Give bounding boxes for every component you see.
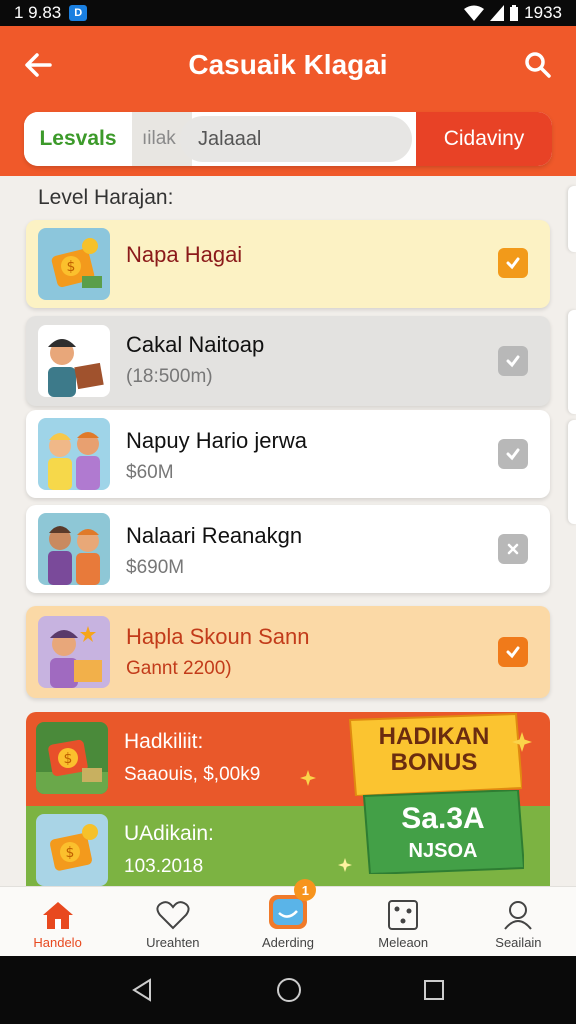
filter-bar: Lesvals ıilak Cidaviny [0,104,576,176]
treasure-chest-icon: $ [38,228,110,300]
level-title: Napuy Hario jerwa [126,428,307,453]
sparkle-icon [512,732,532,752]
svg-text:$: $ [64,751,73,767]
money-chest-icon: $ [36,814,108,886]
level-title: Nalaari Reanakgn [126,523,303,548]
battery-icon [510,5,519,21]
reward-label: NJSOA [408,840,478,862]
promo-subtitle: 103.2018 [124,856,204,877]
level-subtitle: Gannt 2200) [126,658,232,679]
nav-games[interactable]: 1 Aderding [230,879,345,956]
sparkle-icon [300,770,316,786]
home-icon [42,902,73,929]
nav-home[interactable]: Handelo [0,887,115,956]
level-card[interactable]: $ Napa Hagai [26,220,550,308]
courier-character-icon [38,325,110,397]
bonus-label: HADIKAN BONUS [346,724,522,776]
nav-favorites[interactable]: Ureahten [115,887,230,956]
friends-character-icon [38,418,110,490]
level-title: Hapla Skoun Sann [126,624,310,649]
level-checkbox[interactable] [498,439,528,469]
nav-label: Aderding [261,935,315,950]
side-panel-edge [568,310,576,414]
level-checkbox[interactable] [498,637,528,667]
side-panel-edge [568,420,576,524]
level-subtitle: $690M [126,557,185,578]
side-panel-edge [568,186,576,252]
bonus-banner[interactable]: HADIKAN BONUS [346,712,522,796]
back-triangle-icon[interactable] [130,977,156,1003]
level-title: Cakal Naitoap [126,332,265,357]
back-arrow-icon [25,53,52,77]
nav-label: Meleaon [378,935,429,950]
status-time: 1 9.83 [14,3,62,22]
money-chest-icon: $ [36,722,108,794]
check-icon [506,355,520,368]
status-battery-text: 1933 [524,3,562,22]
app-bar: Casuaik Klagai [0,26,576,104]
bonus-line1: HADIKAN [378,723,490,750]
sparkle-icon [338,858,352,872]
reward-amount: Sa.3A [401,802,485,835]
level-subtitle: $60M [126,462,174,483]
level-card[interactable]: Napuy Hario jerwa $60M [26,410,550,498]
home-circle-icon[interactable] [275,976,303,1004]
nav-label: Ureahten [146,935,200,950]
level-card[interactable]: Cakal Naitoap (18:500m) [26,316,550,406]
nav-label: Handelo [33,935,82,950]
promo-title: UAdikain: [124,822,214,845]
bottom-nav: Handelo Ureahten 1 Aderding Meleaon Seai… [0,879,576,956]
check-icon [506,448,520,461]
dice-icon [388,900,419,930]
system-nav-bar [0,956,576,1024]
check-icon [506,257,520,270]
bonus-line2: BONUS [390,749,478,776]
heart-icon [156,901,190,930]
notification-badge: 1 [294,879,317,901]
cross-check-icon [507,543,519,555]
level-card[interactable]: Hapla Skoun Sann Gannt 2200) [26,606,550,698]
promo-subtitle: Saaouis, $,00k9 [124,764,261,785]
level-card[interactable]: Nalaari Reanakgn $690M [26,505,550,593]
status-bar: 1 9.83 D 1933 [0,0,576,26]
pair-character-icon [38,513,110,585]
nav-profile[interactable]: Seailain [461,887,576,956]
svg-text:$: $ [66,845,75,861]
recents-square-icon[interactable] [422,978,446,1002]
section-label: Level Harajan: [38,186,174,209]
nav-label: Seailain [495,935,542,950]
level-subtitle: (18:500m) [126,366,213,387]
search-icon [525,52,551,78]
category-button[interactable]: Cidaviny [416,112,552,166]
signal-icon [490,5,505,21]
reward-banner[interactable]: Sa.3A NJSOA [362,790,524,874]
delivery-character-icon [38,616,110,688]
nav-dice[interactable]: Meleaon [346,887,461,956]
level-title: Napa Hagai [126,242,243,267]
level-checkbox[interactable] [498,346,528,376]
user-icon [504,901,533,930]
svg-text:$: $ [67,259,76,275]
filter-pill: Lesvals ıilak Cidaviny [24,112,552,166]
level-checkbox[interactable] [498,534,528,564]
search-input[interactable] [198,127,412,151]
app-notification-icon: D [69,5,88,21]
level-checkbox[interactable] [498,248,528,278]
wifi-icon [464,5,485,21]
promo-title: Hadkiliit: [124,730,204,753]
levels-tab[interactable]: Lesvals [24,112,132,166]
search-field[interactable] [180,116,412,162]
check-icon [506,646,520,659]
back-button[interactable] [18,45,58,85]
page-title: Casuaik Klagai [188,49,388,80]
search-button[interactable] [518,45,558,85]
